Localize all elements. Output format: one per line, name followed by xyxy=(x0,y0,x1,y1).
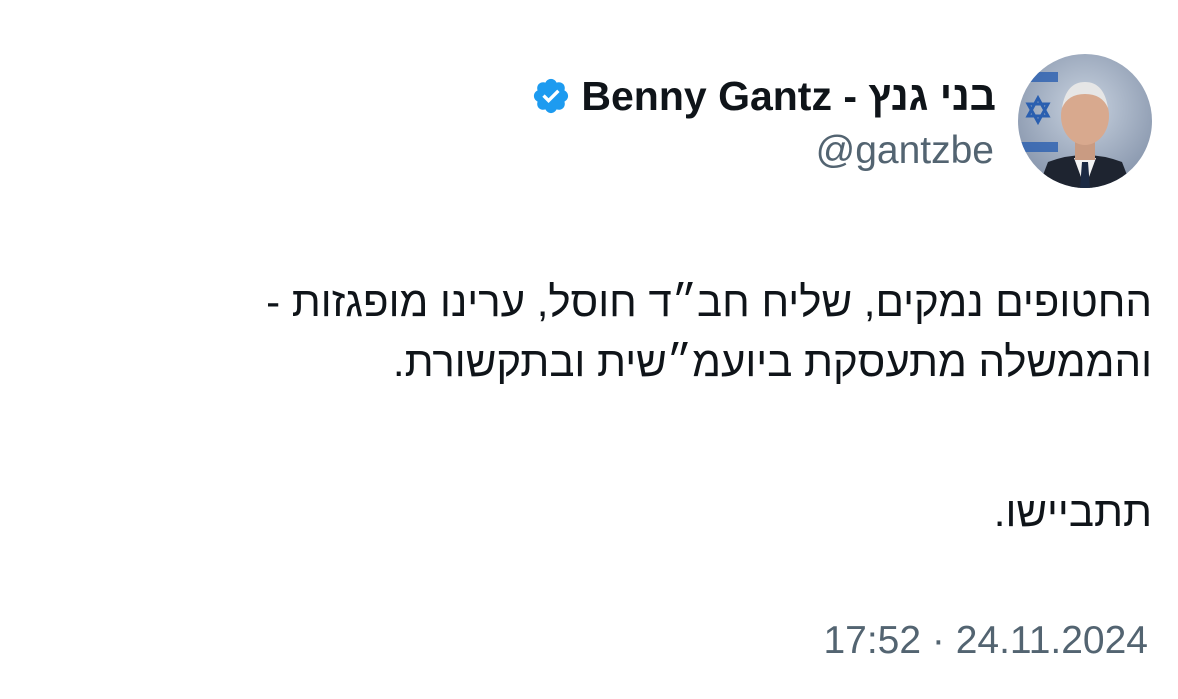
tweet-card: בני גנץ - Benny Gantz @gantzbe החטופים נ… xyxy=(0,0,1178,699)
tweet-text-line: והממשלה מתעסקת ביועמ״שית ובתקשורת. xyxy=(392,338,1152,385)
tweet-timestamp[interactable]: 17:52 · 24.11.2024 xyxy=(823,616,1148,666)
tweet-text-line: החטופים נמקים, שליח חב״ד חוסל, ערינו מופ… xyxy=(266,278,1152,325)
author-handle[interactable]: @gantzbe xyxy=(816,128,994,174)
tweet-text-line: תתביישו. xyxy=(993,488,1152,535)
author-display-name[interactable]: בני גנץ - Benny Gantz xyxy=(581,72,996,120)
tweet-text: החטופים נמקים, שליח חב״ד חוסל, ערינו מופ… xyxy=(52,272,1152,542)
avatar[interactable] xyxy=(1018,54,1152,188)
verified-badge-icon xyxy=(531,76,571,116)
avatar-image xyxy=(1018,54,1152,188)
author-name-row[interactable]: בני גנץ - Benny Gantz xyxy=(531,72,996,120)
